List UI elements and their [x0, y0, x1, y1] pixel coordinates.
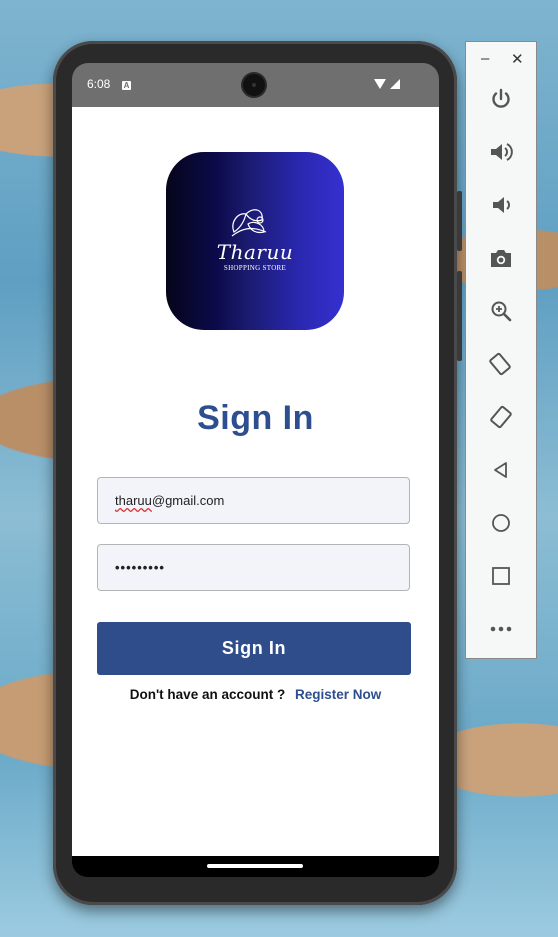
- home-icon[interactable]: [486, 508, 516, 538]
- phone-frame: 6:08 A Tharuu SHOPPING STORE Sign In tha…: [53, 41, 462, 905]
- rotate-left-icon[interactable]: [486, 349, 516, 379]
- wifi-icon: [374, 79, 386, 89]
- status-bar: 6:08 A: [72, 63, 439, 107]
- register-prompt: Don't have an account ?: [129, 687, 286, 702]
- phone-screen: 6:08 A Tharuu SHOPPING STORE Sign In tha…: [72, 63, 439, 877]
- notification-a-icon: A: [122, 81, 131, 90]
- front-camera: [243, 74, 265, 96]
- navigation-bar: [72, 856, 439, 877]
- register-row: Don't have an account ? Register Now: [72, 687, 439, 702]
- home-gesture-handle[interactable]: [207, 864, 303, 868]
- signin-screen: Tharuu SHOPPING STORE Sign In tharuu@gma…: [72, 107, 439, 856]
- status-time: 6:08: [87, 77, 111, 91]
- camera-icon[interactable]: [486, 243, 516, 273]
- more-icon[interactable]: [486, 614, 516, 644]
- back-icon[interactable]: [486, 455, 516, 485]
- signin-button[interactable]: Sign In: [97, 622, 411, 675]
- power-icon[interactable]: [486, 84, 516, 114]
- app-logo: Tharuu SHOPPING STORE: [166, 152, 344, 330]
- close-icon[interactable]: ✕: [511, 50, 524, 68]
- signal-icon: [390, 79, 400, 89]
- volume-side-button: [457, 271, 462, 361]
- emulator-toolbar: – ✕: [465, 41, 537, 659]
- volume-up-icon[interactable]: [486, 137, 516, 167]
- email-spellcheck-text: tharuu: [115, 493, 152, 508]
- email-field[interactable]: tharuu@gmail.com: [97, 477, 410, 524]
- page-title: Sign In: [197, 399, 314, 437]
- logo-brand-name: Tharuu: [216, 240, 294, 264]
- overview-icon[interactable]: [486, 561, 516, 591]
- volume-down-icon[interactable]: [486, 190, 516, 220]
- password-field[interactable]: •••••••••: [97, 544, 410, 591]
- flower-logo-icon: [231, 209, 267, 237]
- zoom-icon[interactable]: [486, 296, 516, 326]
- logo-tagline: SHOPPING STORE: [223, 264, 287, 272]
- power-side-button: [457, 191, 462, 251]
- minimize-icon[interactable]: –: [481, 50, 489, 67]
- register-now-link[interactable]: Register Now: [295, 687, 381, 702]
- rotate-right-icon[interactable]: [486, 402, 516, 432]
- email-domain-text: @gmail.com: [151, 493, 225, 508]
